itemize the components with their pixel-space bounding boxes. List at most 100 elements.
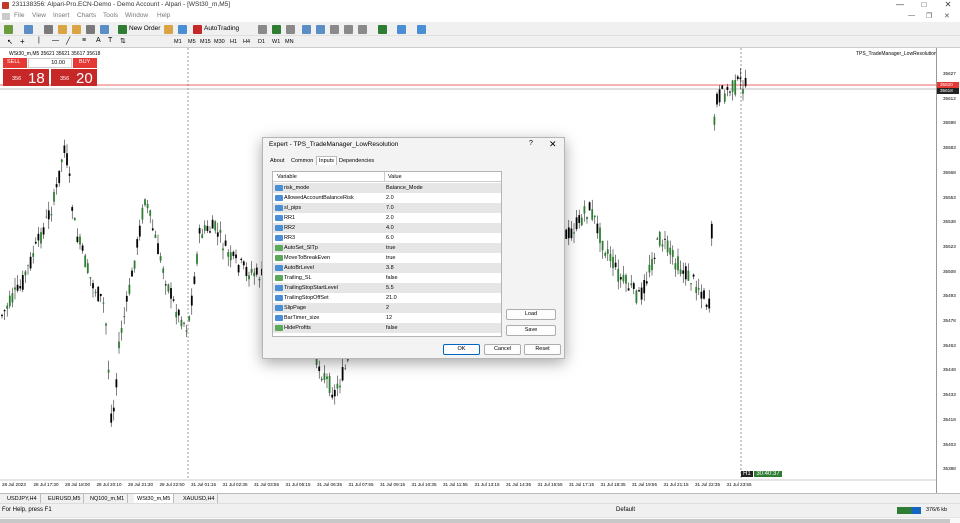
candlestick-icon[interactable]: [272, 25, 281, 34]
text-tool-icon[interactable]: A: [96, 37, 101, 44]
lot-size-input[interactable]: 10.00: [28, 58, 72, 68]
input-value[interactable]: 6.0: [386, 235, 394, 241]
menu-help[interactable]: Help: [157, 12, 170, 19]
signals-icon[interactable]: [178, 25, 187, 34]
input-row[interactable]: MoveToBreakEven true: [273, 253, 501, 263]
trendline-icon[interactable]: ╱: [66, 37, 70, 45]
cancel-button[interactable]: Cancel: [484, 344, 521, 355]
input-row[interactable]: Trailing_SL false: [273, 273, 501, 283]
autoscroll-icon[interactable]: [344, 25, 353, 34]
input-row[interactable]: TrailingStopOffSet 21.0: [273, 293, 501, 303]
column-variable[interactable]: Variable: [277, 174, 297, 180]
input-row[interactable]: risk_mode Balance_Mode: [273, 183, 501, 193]
timeframe-m15[interactable]: M15: [200, 39, 211, 45]
sell-button[interactable]: SELL: [3, 58, 27, 68]
menu-charts[interactable]: Charts: [77, 12, 96, 19]
input-row[interactable]: AutoBrLevel 3.8: [273, 263, 501, 273]
navigator-icon[interactable]: [72, 25, 81, 34]
line-chart-icon[interactable]: [286, 25, 295, 34]
input-value[interactable]: 7.0: [386, 205, 394, 211]
profiles-icon[interactable]: [24, 25, 33, 34]
input-value[interactable]: Balance_Mode: [386, 185, 423, 191]
channel-icon[interactable]: ≡: [82, 37, 86, 44]
menu-window[interactable]: Window: [125, 12, 148, 19]
input-value[interactable]: false: [386, 275, 398, 281]
input-row[interactable]: AutoSet_SlTp true: [273, 243, 501, 253]
scrollbar-thumb[interactable]: [0, 519, 950, 523]
child-minimize-button[interactable]: —: [908, 12, 915, 19]
tab-dependencies[interactable]: Dependencies: [339, 158, 374, 164]
input-value[interactable]: 21.0: [386, 295, 397, 301]
timeframe-m5[interactable]: M5: [188, 39, 196, 45]
timeframe-mn[interactable]: MN: [285, 39, 294, 45]
dialog-close-button[interactable]: ✕: [549, 139, 557, 150]
buy-price-button[interactable]: 356 20: [51, 69, 97, 87]
close-button[interactable]: ✕: [936, 0, 960, 11]
new-chart-icon[interactable]: [4, 25, 13, 34]
label-tool-icon[interactable]: T: [108, 37, 112, 44]
chart-shift-icon[interactable]: [358, 25, 367, 34]
input-row[interactable]: TrailingStopStartLevel 5.5: [273, 283, 501, 293]
buy-button[interactable]: BUY: [73, 58, 97, 68]
terminal-icon[interactable]: [86, 25, 95, 34]
indicators-icon[interactable]: [378, 25, 387, 34]
menu-tools[interactable]: Tools: [103, 12, 118, 19]
input-value[interactable]: 2.0: [386, 215, 394, 221]
input-row[interactable]: RR2 4.0: [273, 223, 501, 233]
autotrading-button[interactable]: AutoTrading: [204, 25, 239, 32]
input-row[interactable]: AllowedAccountBalanceRisk 2.0: [273, 193, 501, 203]
metaeditor-icon[interactable]: [164, 25, 173, 34]
save-button[interactable]: Save: [506, 325, 556, 336]
tab-common[interactable]: Common: [291, 158, 313, 164]
tile-windows-icon[interactable]: [330, 25, 339, 34]
vertical-line-icon[interactable]: |: [38, 37, 40, 44]
new-order-icon[interactable]: [118, 25, 127, 34]
timeframe-m1[interactable]: M1: [174, 39, 182, 45]
reset-button[interactable]: Reset: [524, 344, 561, 355]
timeframe-w1[interactable]: W1: [272, 39, 280, 45]
data-window-icon[interactable]: [58, 25, 67, 34]
bar-chart-icon[interactable]: [258, 25, 267, 34]
input-row[interactable]: HideProfits false: [273, 323, 501, 333]
input-value[interactable]: 12: [386, 315, 392, 321]
timeframe-h4[interactable]: H4: [243, 39, 250, 45]
price-axis[interactable]: 35627 35612 35598 35583 35568 35553 35538 35523…: [936, 48, 960, 493]
input-row[interactable]: RR3 6.0: [273, 233, 501, 243]
horizontal-line-icon[interactable]: —: [52, 37, 59, 44]
tab-about[interactable]: About: [270, 158, 284, 164]
input-value[interactable]: false: [386, 325, 398, 331]
sell-price-button[interactable]: 356 18: [3, 69, 49, 87]
input-value[interactable]: 3.8: [386, 265, 394, 271]
input-value[interactable]: true: [386, 255, 395, 261]
market-watch-icon[interactable]: [44, 25, 53, 34]
horizontal-scrollbar[interactable]: [0, 517, 960, 523]
new-order-button[interactable]: New Order: [129, 25, 160, 32]
timeframe-h1[interactable]: H1: [230, 39, 237, 45]
load-button[interactable]: Load: [506, 309, 556, 320]
tester-icon[interactable]: [100, 25, 109, 34]
dialog-help-button[interactable]: ?: [529, 140, 533, 147]
zoom-in-icon[interactable]: [302, 25, 311, 34]
child-close-button[interactable]: ✕: [944, 12, 950, 20]
maximize-button[interactable]: □: [912, 0, 936, 11]
column-value[interactable]: Value: [388, 174, 402, 180]
child-restore-button[interactable]: ❐: [926, 12, 932, 20]
menu-file[interactable]: File: [14, 12, 24, 19]
input-row[interactable]: sl_pips 7.0: [273, 203, 501, 213]
input-row[interactable]: RR1 2.0: [273, 213, 501, 223]
zoom-out-icon[interactable]: [316, 25, 325, 34]
input-value[interactable]: true: [386, 245, 395, 251]
timeframe-m30[interactable]: M30: [214, 39, 225, 45]
cursor-icon[interactable]: ↖: [7, 38, 13, 46]
menu-view[interactable]: View: [32, 12, 46, 19]
input-value[interactable]: 4.0: [386, 225, 394, 231]
autotrading-icon[interactable]: [193, 25, 202, 34]
minimize-button[interactable]: —: [888, 0, 912, 11]
timeframe-d1[interactable]: D1: [258, 39, 265, 45]
input-value[interactable]: 5.5: [386, 285, 394, 291]
ok-button[interactable]: OK: [443, 344, 480, 355]
arrow-tool-icon[interactable]: ⇅: [120, 37, 126, 45]
input-row[interactable]: BarTimer_size 12: [273, 313, 501, 323]
tab-inputs[interactable]: Inputs: [316, 156, 337, 165]
input-value[interactable]: 2.0: [386, 195, 394, 201]
